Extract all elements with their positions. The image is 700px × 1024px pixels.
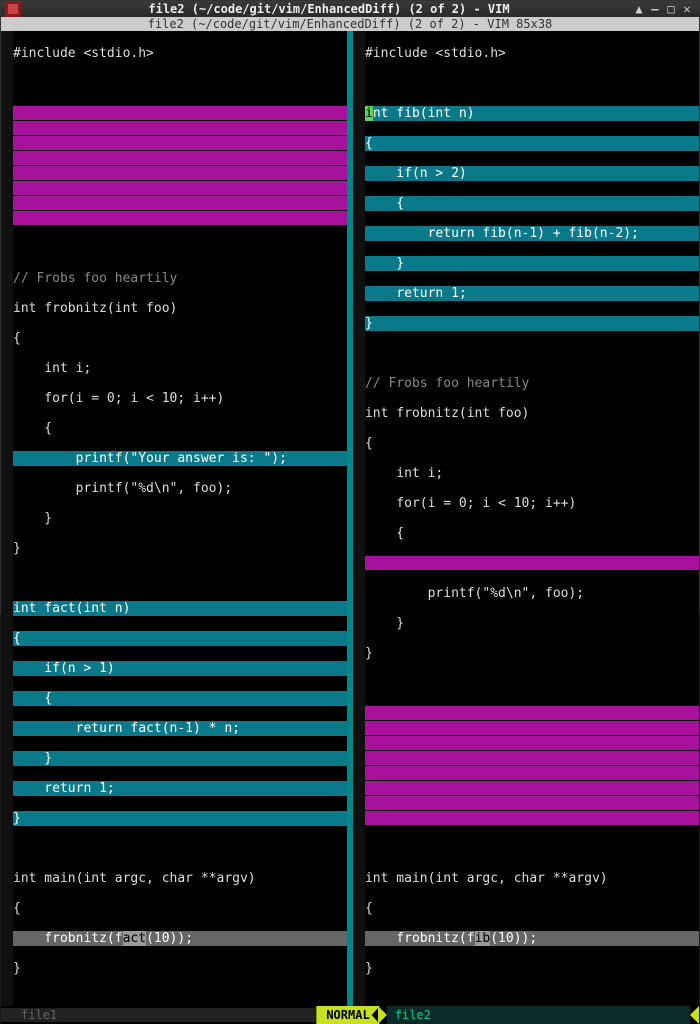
code-line: int main(int argc, char **argv): [365, 871, 699, 886]
left-fold-column[interactable]: [1, 31, 13, 1006]
code-line: printf("%d\n", foo);: [365, 586, 699, 601]
code-line: {: [13, 331, 347, 346]
active-file-name: file2: [387, 1006, 690, 1024]
titlebar[interactable]: file2 (~/code/git/vim/EnhancedDiff) (2 o…: [1, 1, 699, 17]
diff-added-line: if(n > 1): [13, 661, 347, 676]
blank-line: [365, 841, 699, 856]
window-title: file2 (~/code/git/vim/EnhancedDiff) (2 o…: [27, 2, 631, 16]
code-line: // Frobs foo heartily: [365, 376, 699, 391]
vim-title-text: file2 (~/code/git/vim/EnhancedDiff) (2 o…: [148, 17, 553, 31]
diff-changed-line: frobnitz(fib(10));: [365, 931, 699, 946]
code-line: }: [13, 961, 347, 976]
rollup-button[interactable]: ▲: [631, 2, 647, 16]
right-fold-column[interactable]: [353, 31, 365, 1006]
blank-line: [13, 841, 347, 856]
code-line: // Frobs foo heartily: [13, 271, 347, 286]
diff-added-line: }: [365, 316, 699, 331]
editor-area[interactable]: #include <stdio.h> // Frobs foo heartily…: [1, 31, 699, 1006]
code-line: #include <stdio.h>: [13, 46, 347, 61]
diff-highlight: act: [123, 931, 146, 946]
diff-added-line: return 1;: [365, 286, 699, 301]
code-line: }: [13, 541, 347, 556]
code-line: int i;: [365, 466, 699, 481]
vim-window: file2 (~/code/git/vim/EnhancedDiff) (2 o…: [0, 0, 700, 614]
code-text: frobnitz(f: [365, 931, 475, 946]
code-line: {: [365, 901, 699, 916]
diff-added-line: return 1;: [13, 781, 347, 796]
diff-added-line: {: [365, 136, 699, 151]
diff-added-line: return fib(n-1) + fib(n-2);: [365, 226, 699, 241]
right-code[interactable]: #include <stdio.h> int fib(int n) { if(n…: [365, 31, 699, 1006]
diff-added-line: printf("Your answer is: ");: [13, 451, 347, 466]
code-line: #include <stdio.h>: [365, 46, 699, 61]
diff-deleted-block: [365, 556, 699, 571]
code-line: for(i = 0; i < 10; i++): [365, 496, 699, 511]
minimize-button[interactable]: –: [647, 2, 663, 16]
diff-added-line: }: [13, 811, 347, 826]
code-text: nt fib(int n): [373, 106, 475, 121]
cursor: i: [365, 106, 373, 121]
code-line: printf("%d\n", foo);: [13, 481, 347, 496]
diff-added-line: {: [365, 196, 699, 211]
code-text: (10));: [146, 931, 193, 946]
mode-separator-icon: [378, 1006, 387, 1024]
code-line: {: [365, 436, 699, 451]
code-text: frobnitz(f: [13, 931, 123, 946]
left-pane[interactable]: #include <stdio.h> // Frobs foo heartily…: [1, 31, 347, 1006]
code-line: }: [365, 616, 699, 631]
diff-deleted-block: [365, 706, 699, 826]
close-button[interactable]: ✕: [679, 2, 695, 16]
code-line: for(i = 0; i < 10; i++): [13, 391, 347, 406]
diff-deleted-block: [13, 106, 347, 226]
diff-highlight: ib: [475, 931, 491, 946]
diff-added-line: if(n > 2): [365, 166, 699, 181]
diff-added-line: }: [365, 256, 699, 271]
right-pane[interactable]: #include <stdio.h> int fib(int n) { if(n…: [353, 31, 699, 1006]
code-line: [13, 76, 347, 91]
code-line: {: [13, 421, 347, 436]
status-endcap-icon: [690, 1006, 699, 1024]
diff-added-line: int fib(int n): [365, 106, 699, 121]
mode-text: NORMAL: [326, 1008, 369, 1022]
code-line: {: [13, 901, 347, 916]
blank-line: [365, 346, 699, 361]
app-icon: [5, 1, 21, 17]
left-code[interactable]: #include <stdio.h> // Frobs foo heartily…: [13, 31, 347, 1006]
diff-added-line: {: [13, 691, 347, 706]
code-line: int frobnitz(int foo): [13, 301, 347, 316]
diff-added-line: }: [13, 751, 347, 766]
diff-added-line: {: [13, 631, 347, 646]
maximize-button[interactable]: □: [663, 2, 679, 16]
blank-line: [13, 241, 347, 256]
mode-indicator: NORMAL: [316, 1006, 379, 1024]
code-text: (10));: [490, 931, 537, 946]
blank-line: [13, 571, 347, 586]
code-line: }: [365, 646, 699, 661]
inactive-file-name: file1: [1, 1008, 316, 1022]
code-line: int main(int argc, char **argv): [13, 871, 347, 886]
code-line: int i;: [13, 361, 347, 376]
diff-added-line: return fact(n-1) * n;: [13, 721, 347, 736]
code-line: [365, 76, 699, 91]
blank-line: [365, 676, 699, 691]
code-line: }: [13, 511, 347, 526]
diff-changed-line: frobnitz(fact(10));: [13, 931, 347, 946]
vim-titlebar: file2 (~/code/git/vim/EnhancedDiff) (2 o…: [1, 17, 699, 31]
code-line: }: [365, 961, 699, 976]
code-line: {: [365, 526, 699, 541]
status-bar: file1 NORMAL file2: [1, 1006, 699, 1024]
code-line: int frobnitz(int foo): [365, 406, 699, 421]
